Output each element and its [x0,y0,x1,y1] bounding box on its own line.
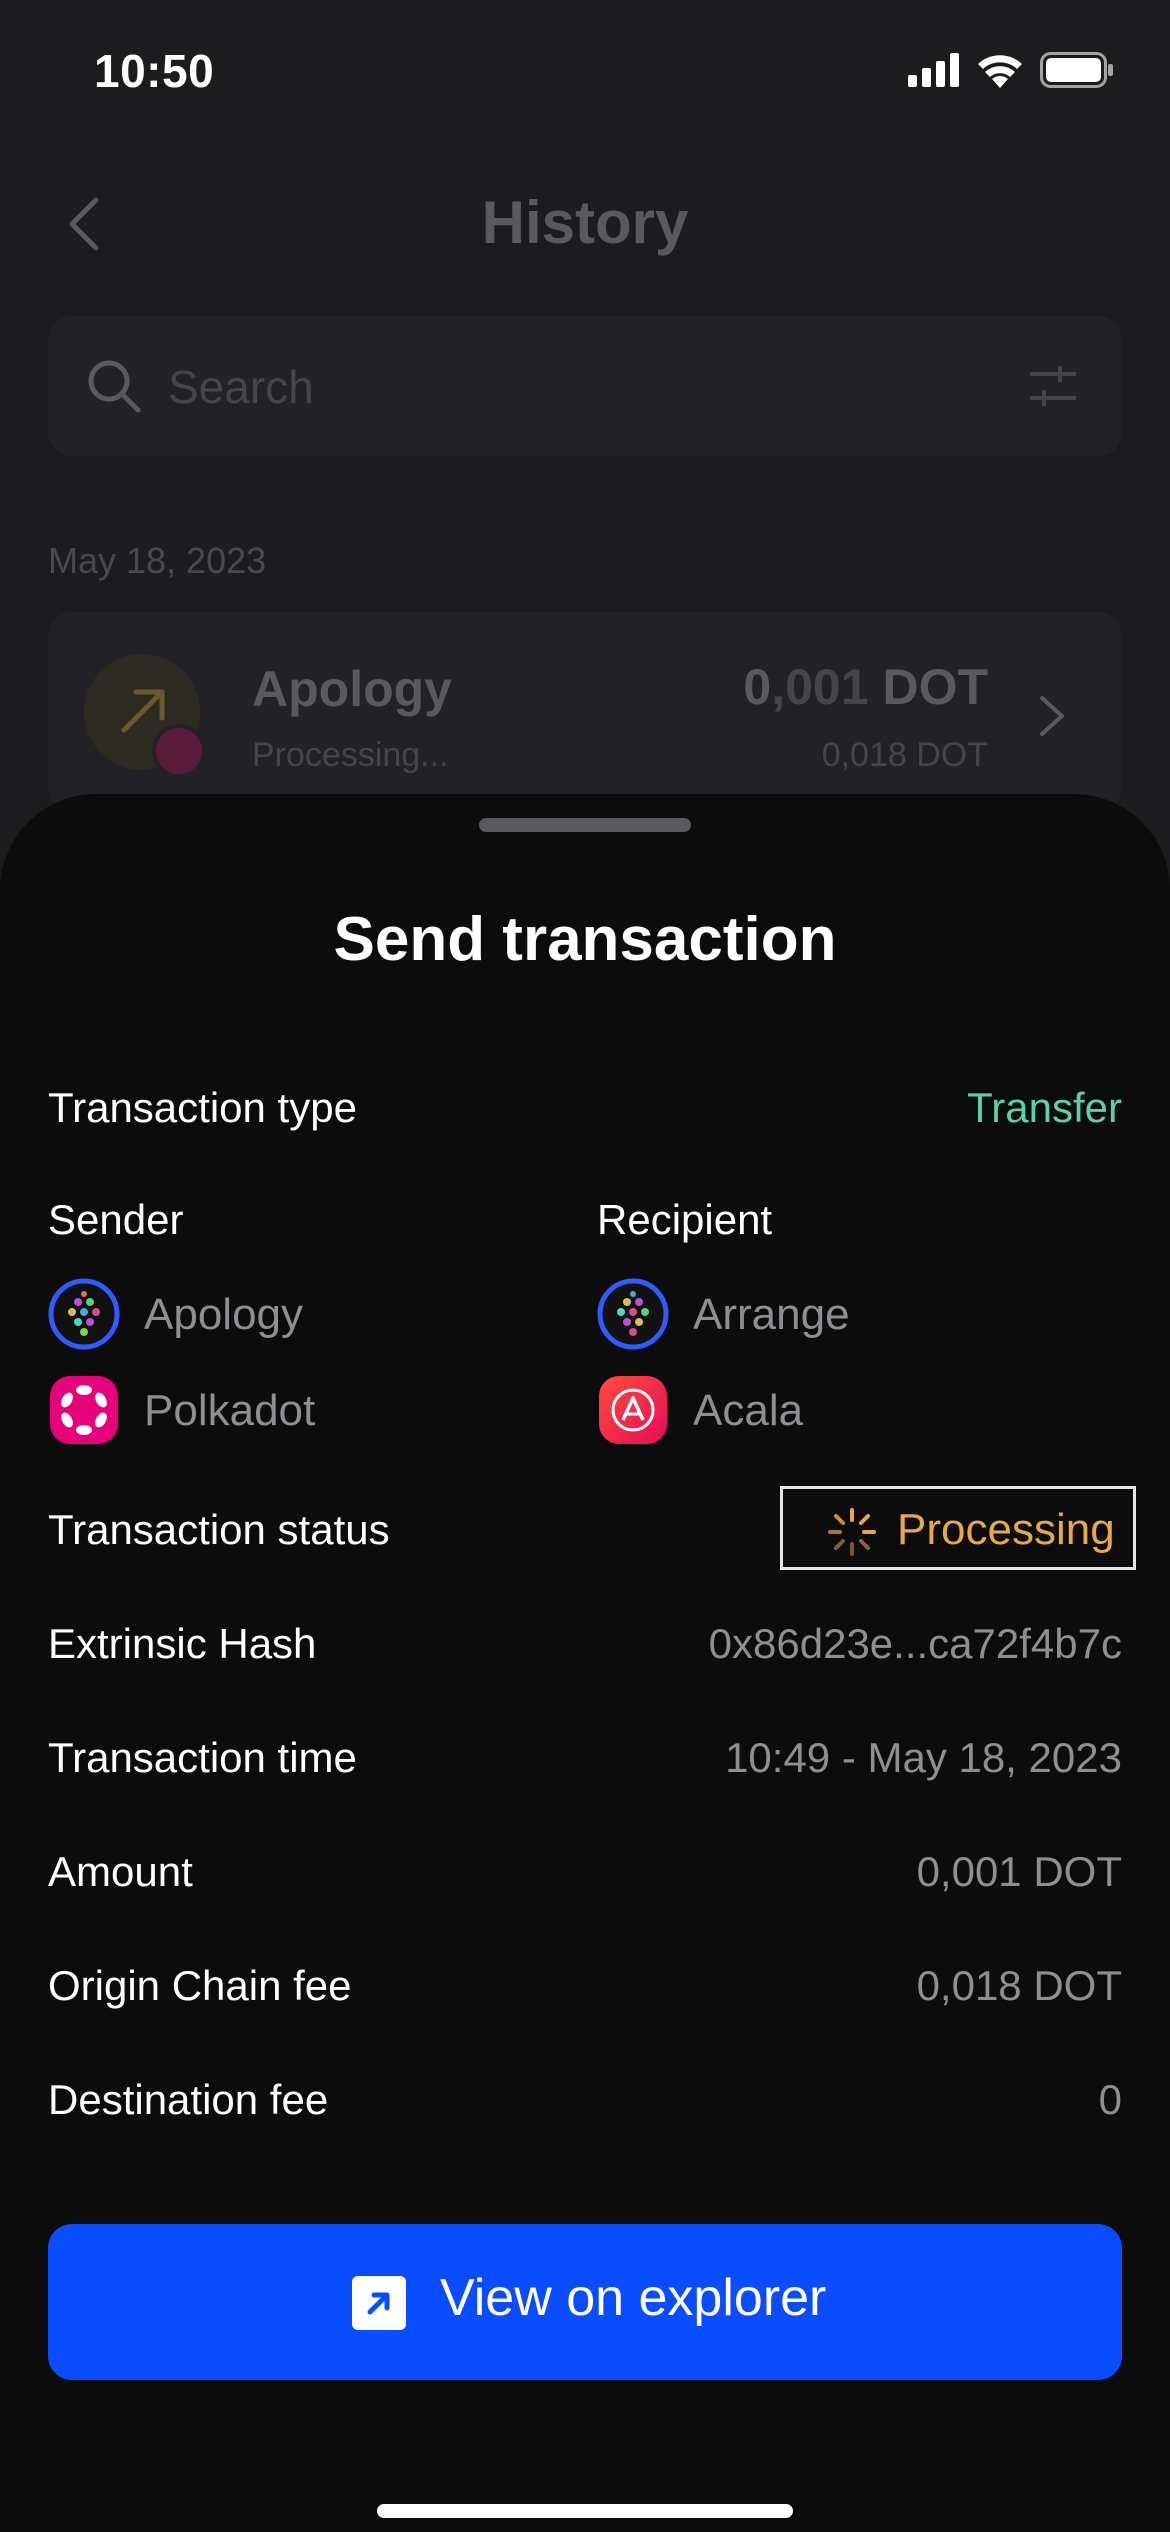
recipient-account: Arrange [693,1290,850,1339]
extrinsic-hash-label: Extrinsic Hash [48,1620,317,1667]
external-link-icon [352,2276,406,2330]
search-input[interactable]: Search [168,360,314,414]
polkadot-badge-icon [152,724,206,778]
amount-value: 0,001 DOT [916,1848,1122,1895]
item-amount: 0,001 DOT [743,659,988,715]
search-icon [88,360,141,413]
sheet-title: Send transaction [333,905,837,974]
acala-logo-icon [599,1376,667,1444]
transaction-time-label: Transaction time [48,1734,357,1781]
item-fee: 0,018 DOT [821,736,988,774]
account-avatar-icon [48,1278,120,1350]
item-status: Processing... [252,736,449,774]
transaction-sheet: Send transaction Transaction type Transf… [0,794,1170,2532]
transaction-status-label: Transaction status [48,1506,390,1553]
origin-fee-label: Origin Chain fee [48,1962,352,2009]
view-on-explorer-label: View on explorer [440,2269,827,2327]
chevron-right-icon [1040,696,1064,736]
amount-label: Amount [48,1848,193,1895]
transaction-status-value: Processing [897,1505,1115,1554]
home-indicator[interactable] [377,2504,793,2518]
sender-label: Sender [48,1196,184,1243]
history-screen: History Search May 18, 2023 Apology Proc… [0,0,1170,900]
sender-account: Apology [144,1290,304,1339]
destination-fee-value: 0 [1098,2076,1122,2123]
date-header: May 18, 2023 [48,540,267,581]
sheet-grabber[interactable] [479,818,691,832]
search-bar[interactable]: Search [48,316,1122,456]
history-list-item[interactable]: Apology Processing... 0,001 DOT 0,018 DO… [48,612,1122,812]
status-badge: Processing [780,1486,1136,1570]
account-avatar-icon [597,1278,669,1350]
transaction-type-value: Transfer [967,1084,1122,1131]
spinner-icon [828,1508,876,1556]
recipient-chain: Acala [693,1386,804,1435]
extrinsic-hash-value: 0x86d23e...ca72f4b7c [708,1620,1122,1667]
recipient-label: Recipient [597,1196,773,1243]
polkadot-logo-icon [50,1376,118,1444]
destination-fee-label: Destination fee [48,2076,329,2123]
filter-icon[interactable] [1028,362,1078,410]
origin-fee-value: 0,018 DOT [916,1962,1122,2009]
item-account-name: Apology [252,661,452,717]
transaction-type-label: Transaction type [48,1084,357,1131]
transaction-time-value: 10:49 - May 18, 2023 [725,1734,1122,1781]
view-on-explorer-button[interactable]: View on explorer [48,2224,1122,2380]
sender-chain: Polkadot [144,1386,316,1435]
page-title: History [481,189,689,256]
